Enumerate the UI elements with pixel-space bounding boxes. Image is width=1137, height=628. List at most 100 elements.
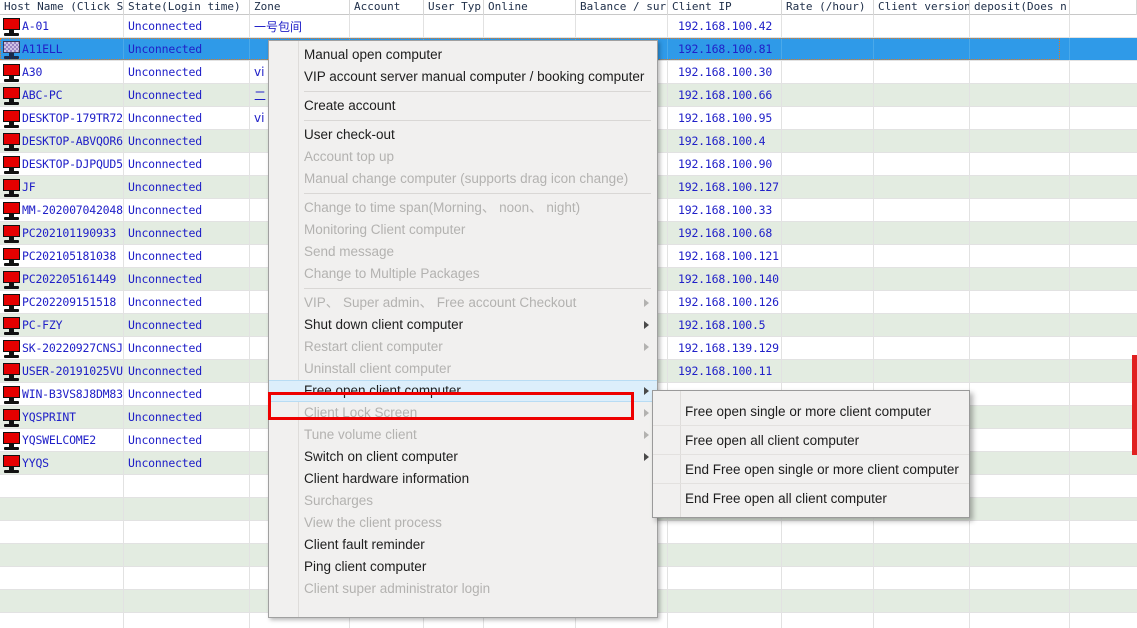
cell-client-ip: 192.168.100.11	[668, 360, 782, 382]
cell-text: DESKTOP-179TR72	[22, 111, 123, 125]
cell-host: PC202101190933	[22, 222, 124, 244]
cell-filler	[1070, 521, 1137, 543]
column-header[interactable]: Online	[484, 0, 576, 15]
cell-deposit	[970, 222, 1070, 244]
column-header[interactable]: Zone	[250, 0, 350, 15]
cell-host: DESKTOP-179TR72	[22, 107, 124, 129]
chevron-right-icon	[644, 409, 649, 417]
menu-item[interactable]: Ping client computer	[269, 556, 657, 578]
row-icon-cell	[0, 613, 22, 628]
chevron-right-icon	[644, 431, 649, 439]
cell-state	[124, 590, 250, 612]
menu-item-label: VIP、 Super admin、 Free account Checkout	[304, 295, 577, 310]
cell-client-version	[874, 314, 970, 336]
submenu-item[interactable]: Free open single or more client computer	[653, 397, 969, 426]
cell-deposit	[970, 291, 1070, 313]
row-icon-cell	[0, 176, 22, 198]
cell-deposit	[970, 153, 1070, 175]
cell-state	[124, 475, 250, 497]
cell-state: Unconnected	[124, 61, 250, 83]
cell-text: Unconnected	[128, 387, 202, 401]
monitor-icon	[2, 316, 20, 335]
cell-text: 192.168.100.140	[678, 272, 779, 286]
cell-state: Unconnected	[124, 38, 250, 60]
cell-state: Unconnected	[124, 406, 250, 428]
column-header[interactable]: deposit(Does n	[970, 0, 1070, 15]
submenu-item[interactable]: End Free open single or more client comp…	[653, 455, 969, 484]
cell-filler	[1070, 337, 1137, 359]
submenu-item[interactable]: End Free open all client computer	[653, 484, 969, 513]
scrollbar-thumb[interactable]	[1132, 355, 1137, 455]
column-header[interactable]: Host Name (Click Sc	[0, 0, 124, 15]
cell-text: Unconnected	[128, 111, 202, 125]
menu-item[interactable]: Create account	[269, 95, 657, 117]
cell-deposit	[970, 84, 1070, 106]
cell-filler	[1070, 406, 1137, 428]
cell-deposit	[970, 268, 1070, 290]
cell-filler	[1070, 452, 1137, 474]
cell-text: YQSWELCOME2	[22, 433, 96, 447]
column-header[interactable]: Account	[350, 0, 424, 15]
cell-rate	[782, 153, 874, 175]
cell-client-ip: 192.168.100.90	[668, 153, 782, 175]
menu-item-label: Restart client computer	[304, 339, 443, 354]
menu-item: View the client process	[269, 512, 657, 534]
cell-rate	[782, 337, 874, 359]
menu-item[interactable]: Manual open computer	[269, 44, 657, 66]
menu-separator	[304, 120, 651, 121]
cell-text: YYQS	[22, 456, 49, 470]
menu-item[interactable]: Client fault reminder	[269, 534, 657, 556]
menu-item: Change to time span(Morning、 noon、 night…	[269, 197, 657, 219]
cell-client-ip	[668, 567, 782, 589]
cell-rate	[782, 199, 874, 221]
row-icon-cell	[0, 521, 22, 543]
column-header[interactable]: State(Login time)	[124, 0, 250, 15]
menu-item[interactable]: VIP account server manual computer / boo…	[269, 66, 657, 88]
menu-item[interactable]: Switch on client computer	[269, 446, 657, 468]
cell-deposit	[970, 429, 1070, 451]
menu-item-label: Change to time span(Morning、 noon、 night…	[304, 200, 581, 215]
cell-filler	[1070, 222, 1137, 244]
cell-deposit	[970, 498, 1070, 520]
cell-text: 192.168.100.90	[678, 157, 773, 171]
context-menu[interactable]: Manual open computer VIP account server m…	[268, 40, 658, 618]
cell-host	[22, 475, 124, 497]
column-header[interactable]: User Typ	[424, 0, 484, 15]
cell-text: 192.168.100.33	[678, 203, 773, 217]
cell-host: PC202105181038	[22, 245, 124, 267]
submenu-list[interactable]: Free open single or more client computer…	[653, 391, 969, 519]
table-row[interactable]: A-01 Unconnected 一号包间 192.168.100.42	[0, 15, 1137, 38]
cell-text: Unconnected	[128, 410, 202, 424]
menu-item-label: Manual change computer (supports drag ic…	[304, 171, 629, 186]
cell-host: PC202209151518	[22, 291, 124, 313]
submenu-item[interactable]: Free open all client computer	[653, 426, 969, 455]
column-header[interactable]: Client version	[874, 0, 970, 15]
row-icon-cell	[0, 544, 22, 566]
cell-deposit	[970, 544, 1070, 566]
menu-item[interactable]: User check-out	[269, 124, 657, 146]
monitor-icon	[2, 362, 20, 381]
monitor-icon	[2, 17, 20, 36]
row-icon-cell	[0, 291, 22, 313]
cell-rate	[782, 245, 874, 267]
cell-text: Unconnected	[128, 88, 202, 102]
menu-item[interactable]: Client hardware information	[269, 468, 657, 490]
cell-state: Unconnected	[124, 337, 250, 359]
cell-state	[124, 521, 250, 543]
cell-text: PC202105181038	[22, 249, 117, 263]
menu-item[interactable]: Free open client computer	[269, 380, 657, 402]
column-header[interactable]: Client IP	[668, 0, 782, 15]
menu-item[interactable]: Shut down client computer	[269, 314, 657, 336]
cell-deposit	[970, 15, 1070, 37]
context-menu-list[interactable]: Manual open computer VIP account server m…	[269, 41, 657, 603]
cell-filler	[1070, 107, 1137, 129]
cell-client-ip: 192.168.100.95	[668, 107, 782, 129]
submenu-free-open-client-computer[interactable]: Free open single or more client computer…	[652, 390, 970, 518]
column-header[interactable]: Balance / surpl	[576, 0, 668, 15]
column-header[interactable]: Rate (/hour)	[782, 0, 874, 15]
cell-text: 192.168.100.4	[678, 134, 766, 148]
cell-client-version	[874, 268, 970, 290]
menu-item-label: Manual open computer	[304, 47, 443, 62]
cell-rate	[782, 314, 874, 336]
cell-filler	[1070, 360, 1137, 382]
